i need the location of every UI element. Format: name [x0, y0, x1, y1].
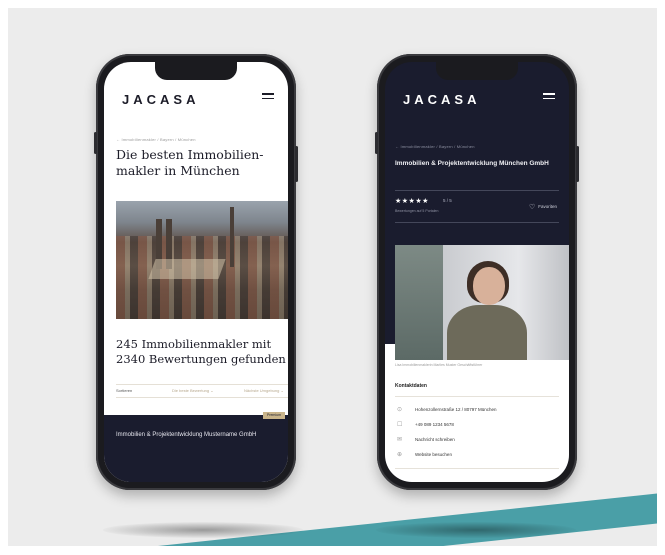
sort-best-rating-dropdown[interactable]: Die beste Bewertung ⌄	[172, 388, 214, 393]
breadcrumb[interactable]: ← Immobilienmakler / Bayern / München	[395, 144, 475, 149]
sort-label: Sortieren	[116, 388, 133, 393]
jacasa-logo[interactable]: JACASA	[122, 92, 199, 107]
contact-phone[interactable]: ☐ +49 089 1234 5678	[395, 421, 559, 433]
side-button	[375, 132, 378, 154]
side-button	[576, 146, 579, 182]
agent-portrait-photo	[395, 245, 569, 360]
side-button	[94, 132, 97, 154]
agency-title: Immobilien & Projektentwicklung München …	[395, 160, 549, 167]
phone-left: JACASA ← Immobilienmakler / Bayern / Mün…	[94, 54, 298, 490]
divider	[395, 222, 559, 223]
reviews-count: Bewertungen auf 5 Portalen	[395, 209, 439, 213]
contact-website-link[interactable]: ⊕ Website besuchen	[395, 451, 559, 463]
divider	[395, 468, 559, 469]
divider	[395, 190, 559, 191]
favorite-button[interactable]: ♡ Favoriten	[529, 203, 557, 211]
menu-icon[interactable]	[543, 93, 555, 102]
heart-icon: ♡	[528, 204, 536, 211]
rating-stars-icon: ★★★★★	[395, 198, 429, 205]
photo-caption: Lisa Immobilienmaklerin Marlies Muster G…	[395, 363, 483, 367]
phone-shadow-right	[376, 522, 576, 538]
jacasa-logo[interactable]: JACASA	[403, 92, 480, 107]
side-button	[295, 146, 298, 182]
agency-card-title[interactable]: Immobilien & Projektentwicklung Musterna…	[116, 431, 276, 440]
premium-badge: Premium	[263, 412, 285, 419]
mail-icon: ✉	[397, 437, 403, 443]
contact-heading: Kontaktdaten	[395, 383, 427, 389]
contact-message-link[interactable]: ✉ Nachricht schreiben	[395, 436, 559, 448]
location-pin-icon: ⊙	[397, 407, 403, 413]
address-text: Hohenzollernstraße 12 / 80797 München	[415, 407, 497, 412]
globe-icon: ⊕	[397, 452, 403, 458]
contact-address[interactable]: ⊙ Hohenzollernstraße 12 / 80797 München	[395, 406, 559, 418]
phone-number: +49 089 1234 5678	[415, 422, 454, 427]
sort-nearby-dropdown[interactable]: Nächste Umgebung ⌄	[244, 388, 284, 393]
phone-notch	[436, 62, 518, 80]
page-title: Die besten Immobilien-makler in München	[116, 147, 264, 178]
agency-card[interactable]: Premium Immobilien & Projektentwicklung …	[104, 412, 288, 482]
divider	[395, 396, 559, 397]
phone-right: JACASA ← Immobilienmakler / Bayern / Mün…	[375, 54, 579, 490]
phone-shadow-left	[103, 522, 303, 538]
teal-accent-band	[158, 491, 657, 546]
favorite-label: Favoriten	[538, 204, 557, 209]
screen-agency-profile: JACASA ← Immobilienmakler / Bayern / Mün…	[385, 62, 569, 482]
results-count-heading: 245 Immobilienmakler mit 2340 Bewertunge…	[116, 337, 286, 366]
sort-filter-bar: Sortieren Die beste Bewertung ⌄ Nächste …	[116, 384, 288, 398]
screen-search-results: JACASA ← Immobilienmakler / Bayern / Mün…	[104, 62, 288, 482]
phone-notch	[155, 62, 237, 80]
website-link-text: Website besuchen	[415, 452, 452, 457]
message-link-text: Nachricht schreiben	[415, 437, 455, 442]
menu-icon[interactable]	[262, 93, 274, 102]
rating-score: 5 / 5	[443, 198, 452, 203]
munich-city-photo	[116, 201, 288, 319]
phone-icon: ☐	[397, 422, 403, 428]
mockup-stage: JACASA ← Immobilienmakler / Bayern / Mün…	[8, 8, 657, 546]
breadcrumb[interactable]: ← Immobilienmakler / Bayern / München	[116, 137, 196, 142]
